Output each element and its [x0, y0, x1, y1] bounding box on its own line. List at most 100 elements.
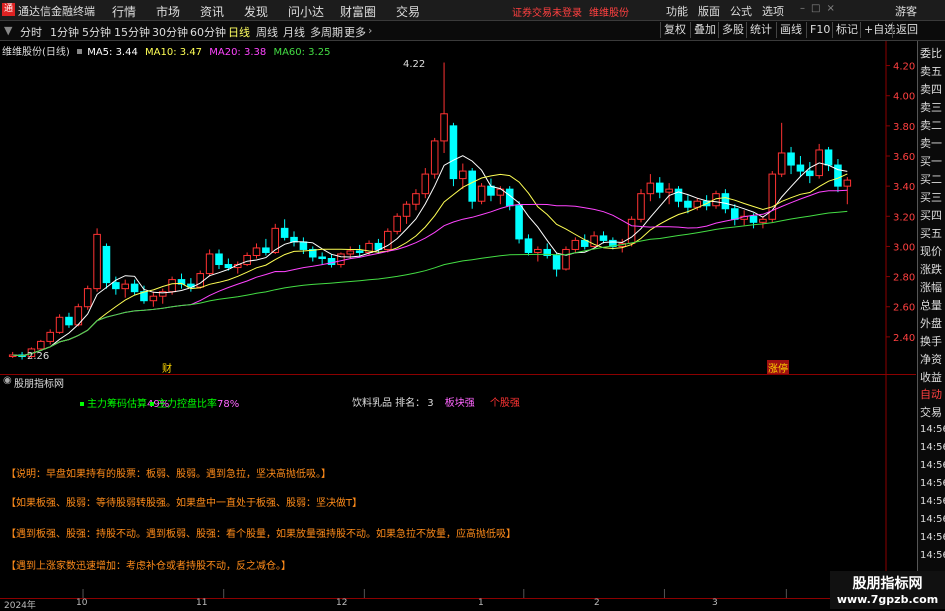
- tick-time: 14:56: [920, 460, 945, 471]
- menu-ask[interactable]: 问小达: [288, 3, 324, 20]
- mark-button[interactable]: 标记: [832, 22, 861, 38]
- candle-up: [665, 188, 673, 193]
- stock-strong-label: 个股强: [489, 398, 520, 409]
- candle-down: [487, 185, 495, 196]
- candle-down: [655, 182, 664, 193]
- panel-label-change-pct: 涨幅: [920, 281, 942, 294]
- period-tab-daily[interactable]: 日线: [228, 24, 250, 40]
- candle-up: [346, 250, 355, 255]
- candle-down: [215, 253, 223, 266]
- candle-up: [412, 193, 420, 205]
- period-tab-timeshare[interactable]: 分时: [20, 24, 42, 40]
- finance-marker[interactable]: 财: [162, 360, 172, 375]
- candle-down: [449, 125, 458, 180]
- tick-time: 14:56: [920, 478, 945, 489]
- menu-market-quotes[interactable]: 行情: [112, 3, 136, 20]
- tick-time: 14:56: [920, 550, 945, 561]
- price-tick-label: 4.20: [893, 62, 915, 73]
- ma60-line: [12, 210, 848, 357]
- panel-label-sell4: 卖四: [920, 83, 942, 96]
- candle-up: [337, 253, 345, 266]
- menu-function[interactable]: 功能: [666, 3, 688, 19]
- multi-stock-button[interactable]: 多股: [718, 22, 747, 38]
- note-line-2: 【如果板强、股弱：等待股弱转股强。如果盘中一直处于板强、股弱：坚决做T】: [6, 498, 363, 509]
- candle-up: [459, 170, 467, 180]
- candle-up: [440, 113, 448, 142]
- adjust-button[interactable]: 复权: [660, 22, 689, 38]
- panel-label-buy3: 买三: [920, 191, 942, 204]
- limit-up-marker[interactable]: 涨停: [767, 360, 789, 375]
- candle-up: [243, 254, 251, 266]
- candle-down: [299, 241, 308, 250]
- back-button[interactable]: 返回: [892, 22, 921, 38]
- sector-strong-label: 板块强: [444, 398, 475, 409]
- menu-guest[interactable]: 游客: [895, 3, 917, 19]
- menu-formula[interactable]: 公式: [730, 3, 752, 19]
- menu-news[interactable]: 资讯: [200, 3, 224, 20]
- period-tab-more[interactable]: 更多: [344, 24, 366, 40]
- candle-up: [843, 179, 852, 187]
- menu-market[interactable]: 市场: [156, 3, 180, 20]
- candle-down: [552, 254, 561, 270]
- panel-label-buy4: 买四: [920, 209, 942, 222]
- period-tab-1min[interactable]: 1分钟: [50, 24, 79, 40]
- period-tab-60min[interactable]: 60分钟: [190, 24, 226, 40]
- price-tick-label: 2.40: [893, 333, 915, 344]
- chart-title: 维维股份(日线): [2, 47, 70, 58]
- candle-down: [515, 205, 523, 240]
- panel-label-buy1: 买一: [920, 155, 942, 168]
- trade-tab[interactable]: 交易: [920, 404, 942, 420]
- auto-trade-tab[interactable]: 自动: [920, 386, 942, 402]
- candle-up: [149, 295, 158, 302]
- watermark: 股朋指标网 www.7gpzb.com: [830, 571, 945, 609]
- candle-down: [318, 256, 326, 259]
- panel-label-weibi: 委比: [920, 47, 942, 60]
- legend-square-icon: [77, 49, 82, 54]
- candle-up: [196, 273, 205, 288]
- note-line-4: 【遇到上涨家数迅速增加：考虑补仓或者持股不动，反之减仓。】: [6, 561, 291, 572]
- login-notice[interactable]: 证券交易未登录: [512, 4, 582, 19]
- menu-trade[interactable]: 交易: [396, 3, 420, 20]
- indicator-pane: [0, 374, 916, 389]
- app-logo-icon: 通: [2, 3, 15, 16]
- candle-down: [796, 164, 805, 172]
- menu-wealth-circle[interactable]: 财富圈: [340, 3, 376, 20]
- date-label-nov: 11: [196, 598, 208, 608]
- price-tick-label: 2.60: [893, 303, 915, 314]
- sector-rank: 饮料乳品 排名： 3 板块强 个股强: [352, 394, 520, 409]
- window-controls[interactable]: –□×: [800, 3, 860, 16]
- close-icon[interactable]: ×: [826, 3, 840, 14]
- draw-line-button[interactable]: 画线: [776, 22, 805, 38]
- maximize-icon[interactable]: □: [811, 3, 826, 14]
- tick-time: 14:56: [920, 442, 945, 453]
- period-tab-30min[interactable]: 30分钟: [152, 24, 188, 40]
- candle-up: [83, 288, 92, 308]
- period-tab-5min[interactable]: 5分钟: [82, 24, 111, 40]
- overlay-button[interactable]: 叠加: [690, 22, 719, 38]
- candle-down: [224, 264, 233, 269]
- menu-discover[interactable]: 发现: [244, 3, 268, 20]
- high-price-label: 4.22: [403, 59, 426, 70]
- tick-time: 14:56: [920, 496, 945, 507]
- menu-layout[interactable]: 版面: [698, 3, 720, 19]
- panel-label-sell2: 卖二: [920, 119, 942, 132]
- indicator-settings-icon[interactable]: ◉: [3, 375, 12, 386]
- legend-square-icon: [150, 402, 154, 406]
- period-tab-weekly[interactable]: 周线: [256, 24, 278, 40]
- statistics-button[interactable]: 统计: [746, 22, 775, 38]
- f10-button[interactable]: F10: [806, 22, 833, 38]
- period-tab-multi[interactable]: 多周期: [310, 24, 343, 40]
- period-tab-15min[interactable]: 15分钟: [114, 24, 150, 40]
- menu-options[interactable]: 选项: [762, 3, 784, 19]
- candle-down: [721, 193, 730, 210]
- menu-arrow-icon[interactable]: ▼: [4, 24, 12, 37]
- candle-down: [355, 250, 364, 253]
- candle-up: [252, 247, 261, 256]
- price-axis: 4.20 4.00 3.80 3.60 3.40 3.20 3.00 2.80 2.60 2.40: [886, 62, 915, 344]
- candle-down: [599, 235, 608, 241]
- minimize-icon[interactable]: –: [800, 3, 811, 14]
- period-tab-monthly[interactable]: 月线: [283, 24, 305, 40]
- chevron-right-icon[interactable]: ›: [368, 24, 372, 37]
- moving-average-lines: [12, 155, 848, 357]
- kline-chart[interactable]: 4.20 4.00 3.80 3.60 3.40 3.20 3.00 2.80 2.60 2.40: [0, 41, 917, 598]
